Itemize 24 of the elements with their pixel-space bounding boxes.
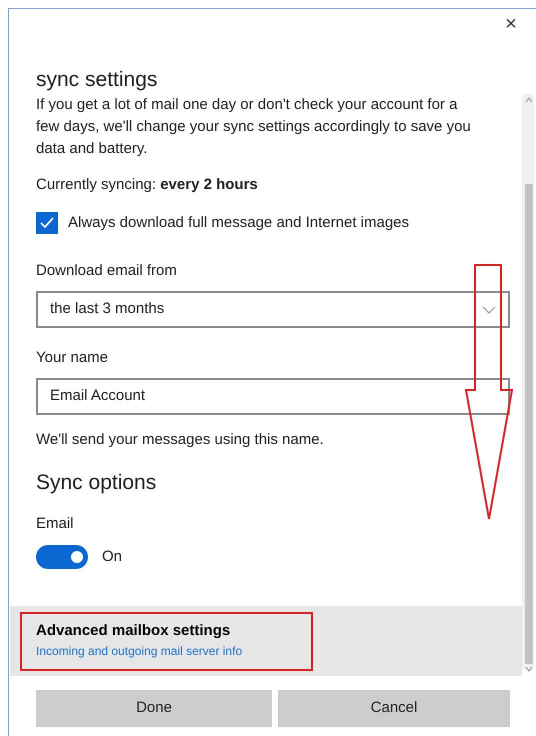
option-label: Email — [36, 514, 75, 534]
checkmark-icon — [39, 215, 55, 231]
done-button[interactable]: Done — [36, 690, 272, 727]
toggle-switch[interactable] — [36, 545, 88, 569]
field-label: Your name — [36, 348, 109, 368]
field-label: Download email from — [36, 261, 178, 281]
close-button[interactable]: × — [500, 12, 522, 36]
section-heading: sync settings — [36, 67, 158, 93]
scroll-down-icon[interactable] — [525, 666, 533, 672]
sync-status-text: Currently syncing: every 2 hours — [36, 175, 259, 195]
server-info-link[interactable]: Incoming and outgoing mail server info — [36, 642, 242, 660]
checkbox-label: Always download full message and Internet images — [68, 213, 410, 233]
scroll-up-icon[interactable] — [525, 97, 533, 103]
description-text: If you get a lot of mail one day or don't check your account for a few days, we'll change your sync settings accordingly to save you data and battery. — [36, 95, 472, 159]
cancel-button[interactable]: Cancel — [278, 690, 510, 727]
advanced-settings-title[interactable]: Advanced mailbox settings — [36, 620, 242, 642]
dropdown[interactable]: the last 3 months — [36, 291, 510, 328]
toggle-state: On — [102, 546, 122, 567]
checkbox[interactable] — [36, 212, 58, 234]
section-heading: Sync options — [36, 470, 158, 496]
help-text: We'll send your messages using this name. — [36, 430, 325, 450]
chevron-down-icon — [482, 306, 496, 314]
scrollbar-thumb[interactable] — [525, 184, 533, 664]
name-field[interactable]: Email Account — [36, 378, 510, 415]
